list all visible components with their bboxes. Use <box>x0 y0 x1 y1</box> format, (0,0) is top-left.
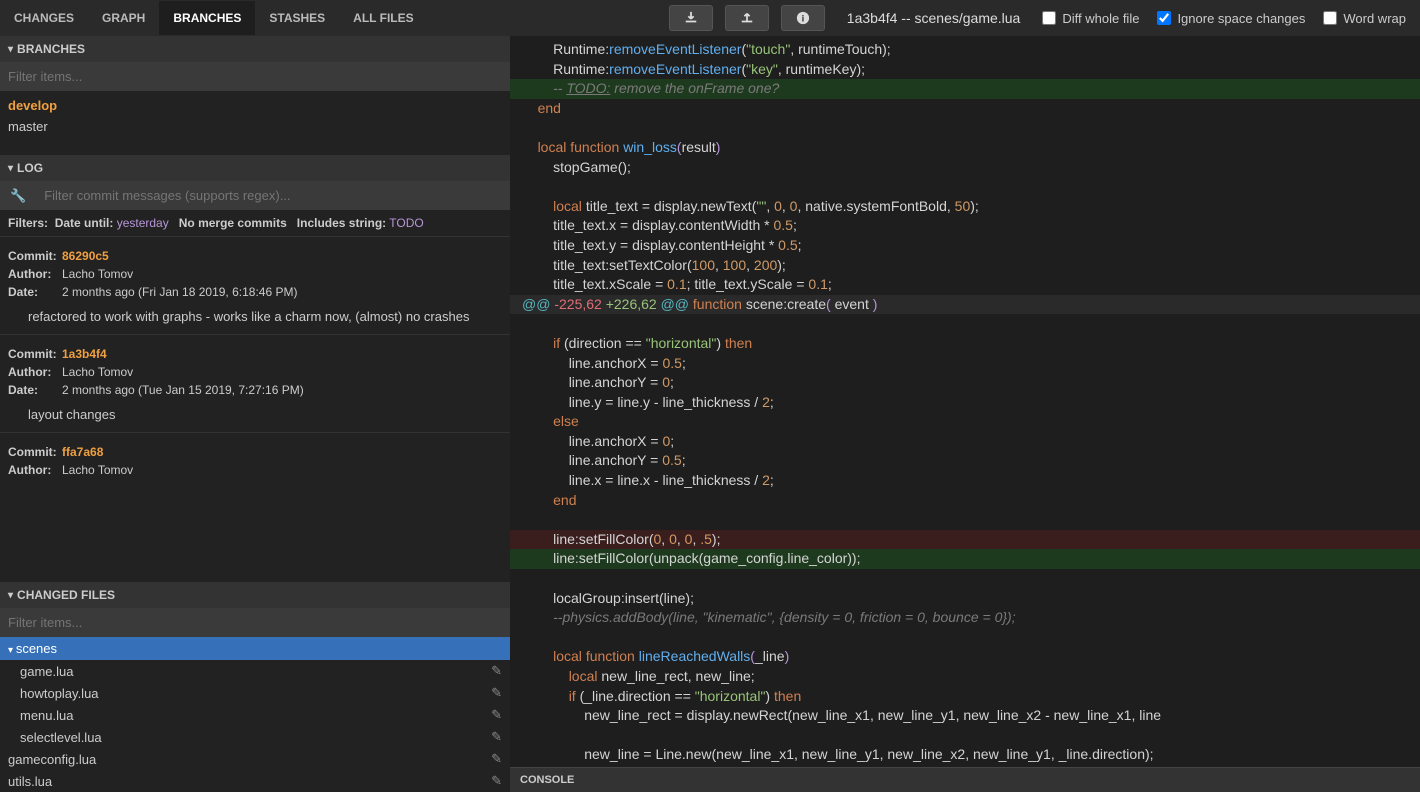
file-item[interactable]: utils.lua✎ <box>0 770 510 792</box>
commit-item[interactable]: Commit:86290c5Author:Lacho Tomov Date:2 … <box>0 236 510 334</box>
files-filter-input[interactable] <box>0 608 510 637</box>
file-folder[interactable]: scenes <box>0 637 510 660</box>
pencil-icon: ✎ <box>491 773 502 789</box>
branches-filter-input[interactable] <box>0 62 510 91</box>
word-wrap-checkbox[interactable]: Word wrap <box>1323 11 1406 26</box>
diff-view[interactable]: Runtime:removeEventListener("touch", run… <box>510 36 1420 767</box>
pencil-icon: ✎ <box>491 663 502 679</box>
file-item[interactable]: menu.lua✎ <box>0 704 510 726</box>
console-header[interactable]: CONSOLE <box>510 767 1420 792</box>
pencil-icon: ✎ <box>491 707 502 723</box>
commit-filter-input[interactable] <box>36 181 510 210</box>
diff-title: 1a3b4f4 -- scenes/game.lua <box>847 10 1021 26</box>
info-button[interactable]: i <box>781 5 825 31</box>
download-button[interactable] <box>669 5 713 31</box>
wrench-icon[interactable]: 🔧 <box>0 182 36 210</box>
file-item[interactable]: selectlevel.lua✎ <box>0 726 510 748</box>
tab-graph[interactable]: GRAPH <box>88 1 159 35</box>
pencil-icon: ✎ <box>491 685 502 701</box>
diff-whole-file-checkbox[interactable]: Diff whole file <box>1042 11 1139 26</box>
branch-item[interactable]: master <box>0 116 510 137</box>
changed-files-header[interactable]: CHANGED FILES <box>0 582 510 608</box>
branch-list: develop master <box>0 91 510 141</box>
commit-item[interactable]: Commit:ffa7a68Author:Lacho Tomov <box>0 432 510 489</box>
filters-summary: Filters: Date until: yesterday No merge … <box>0 210 510 236</box>
tab-changes[interactable]: CHANGES <box>0 1 88 35</box>
branches-header[interactable]: BRANCHES <box>0 36 510 62</box>
svg-text:i: i <box>801 14 804 25</box>
file-item[interactable]: gameconfig.lua✎ <box>0 748 510 770</box>
ignore-space-checkbox[interactable]: Ignore space changes <box>1157 11 1305 26</box>
tab-stashes[interactable]: STASHES <box>255 1 339 35</box>
log-header[interactable]: LOG <box>0 155 510 181</box>
upload-button[interactable] <box>725 5 769 31</box>
pencil-icon: ✎ <box>491 729 502 745</box>
file-item[interactable]: howtoplay.lua✎ <box>0 682 510 704</box>
commit-item[interactable]: Commit:1a3b4f4Author:Lacho Tomov Date:2 … <box>0 334 510 432</box>
tab-allfiles[interactable]: ALL FILES <box>339 1 427 35</box>
file-item[interactable]: game.lua✎ <box>0 660 510 682</box>
branch-item[interactable]: develop <box>0 95 510 116</box>
pencil-icon: ✎ <box>491 751 502 767</box>
tab-branches[interactable]: BRANCHES <box>159 1 255 35</box>
